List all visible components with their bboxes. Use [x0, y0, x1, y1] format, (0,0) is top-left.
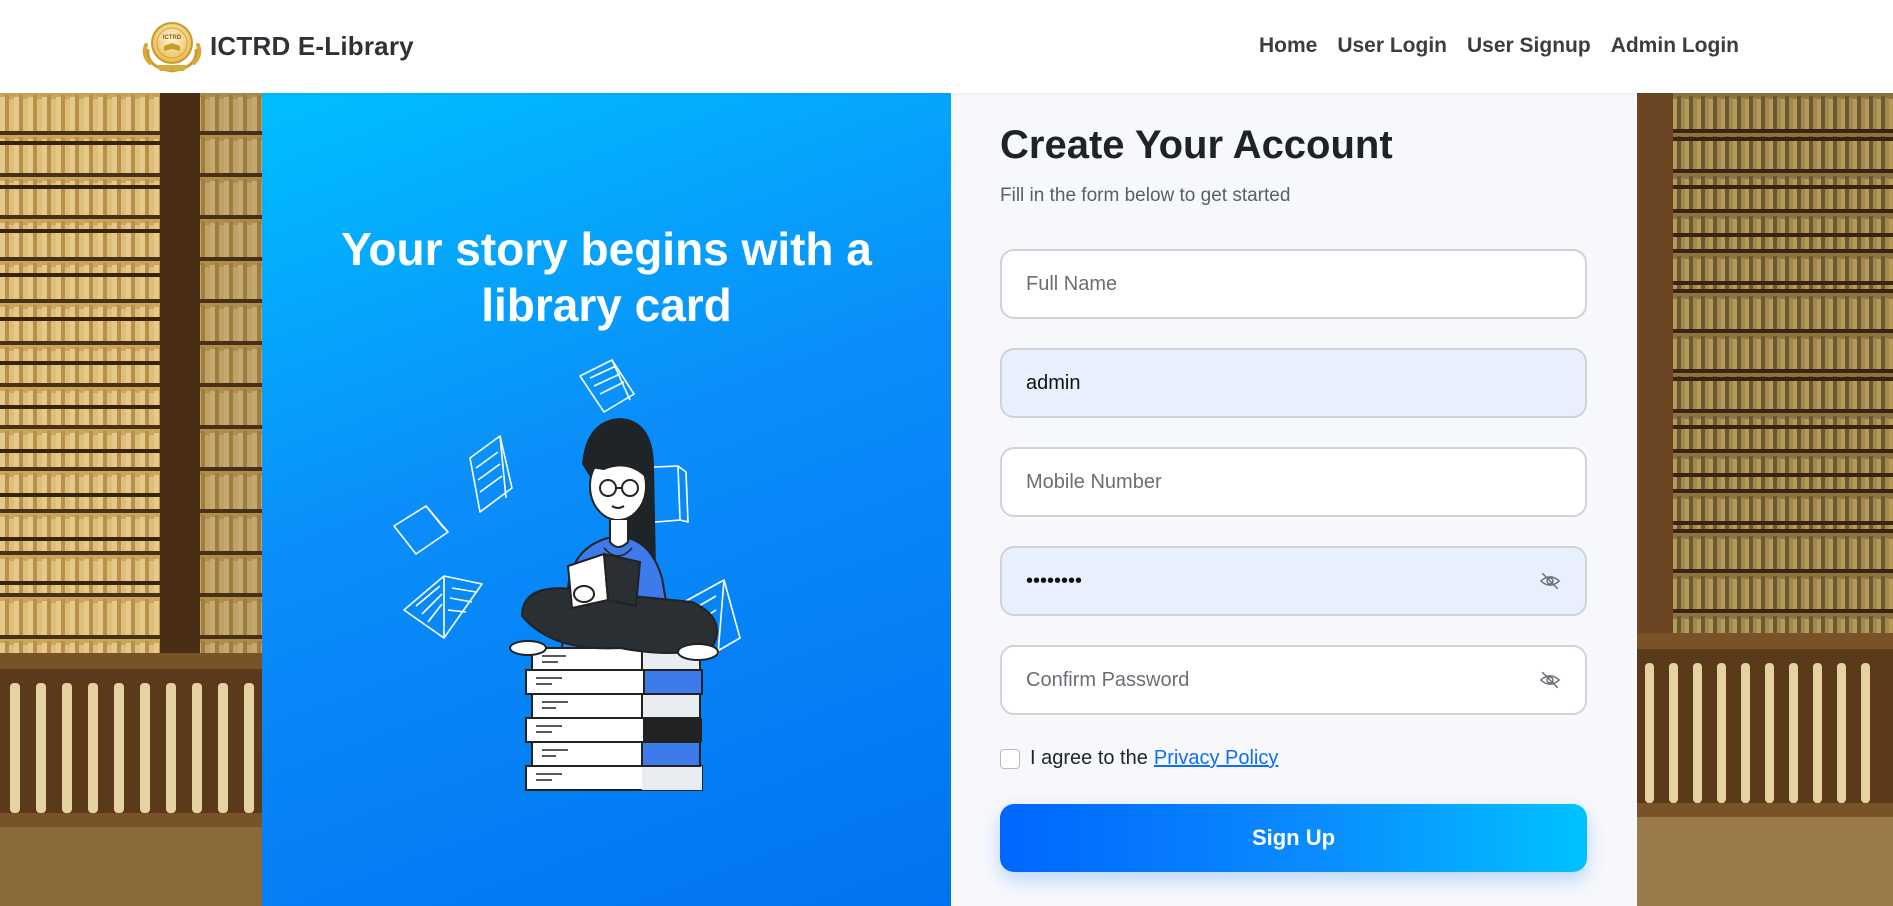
confirm-password-field[interactable] [1000, 645, 1587, 715]
nav-admin-login[interactable]: Admin Login [1601, 30, 1749, 62]
privacy-policy-link[interactable]: Privacy Policy [1154, 747, 1278, 770]
eye-slash-icon[interactable] [1539, 570, 1561, 592]
hero-title: Your story begins with a library card [262, 221, 951, 333]
flying-book-icon [579, 359, 635, 413]
flying-book-icon [469, 435, 513, 513]
agree-text: I agree to the [1030, 747, 1148, 769]
ictrd-logo-icon: ICTRD [142, 22, 202, 73]
navbar: ICTRD ICTRD E-Library Home User Login Us… [0, 0, 1893, 93]
svg-text:ICTRD: ICTRD [163, 35, 182, 41]
hero-title-line2: library card [481, 279, 732, 331]
nav-menu: Home User Login User Signup Admin Login [1249, 30, 1749, 62]
privacy-agreement: I agree to the Privacy Policy [1000, 747, 1278, 770]
eye-slash-icon[interactable] [1539, 669, 1561, 691]
sign-up-button[interactable]: Sign Up [1000, 804, 1587, 872]
email-field[interactable] [1000, 348, 1587, 418]
hero-panel: Your story begins with a library card [262, 93, 951, 906]
privacy-checkbox[interactable] [1000, 748, 1020, 769]
brand[interactable]: ICTRD ICTRD E-Library [140, 19, 414, 73]
library-background-left [0, 93, 262, 906]
nav-home[interactable]: Home [1249, 30, 1327, 62]
library-background-right [1637, 93, 1893, 906]
full-name-input[interactable] [1026, 272, 1561, 296]
form-title: Create Your Account [1000, 123, 1393, 167]
full-name-field[interactable] [1000, 249, 1587, 319]
email-input[interactable] [1026, 371, 1561, 395]
flying-book-icon [393, 505, 449, 555]
password-input[interactable] [1026, 569, 1531, 593]
bookshelf-image [0, 93, 262, 906]
mobile-input[interactable] [1026, 470, 1561, 494]
form-subtitle: Fill in the form below to get started [1000, 185, 1291, 206]
reading-girl-figure [509, 418, 719, 661]
hero-title-line1: Your story begins with a [341, 223, 872, 275]
bookshelf-image [1637, 93, 1893, 906]
nav-user-login[interactable]: User Login [1327, 30, 1457, 62]
confirm-password-input[interactable] [1026, 668, 1531, 692]
mobile-field[interactable] [1000, 447, 1587, 517]
nav-user-signup[interactable]: User Signup [1457, 30, 1601, 62]
reading-girl-illustration [393, 359, 741, 791]
password-field[interactable] [1000, 546, 1587, 616]
signup-form-panel: Create Your Account Fill in the form bel… [951, 93, 1637, 906]
book-stack-icon [525, 647, 703, 791]
brand-name: ICTRD E-Library [210, 30, 414, 61]
flying-book-icon [403, 575, 483, 639]
